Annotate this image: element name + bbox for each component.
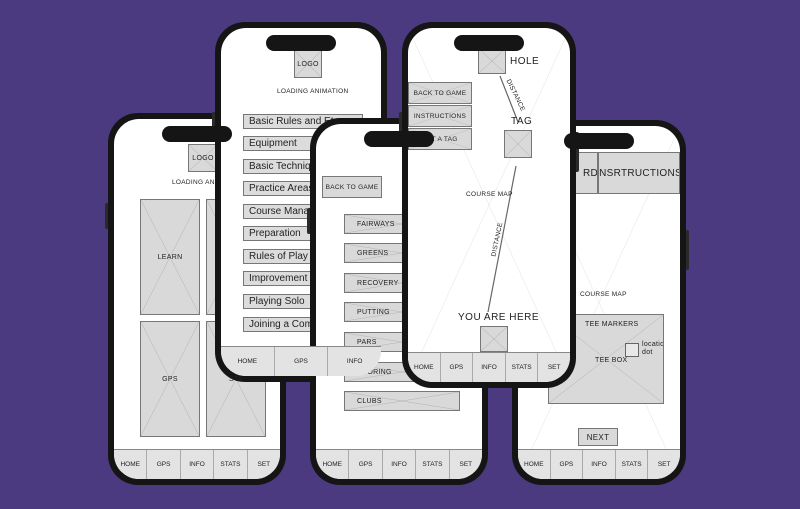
logo-placeholder: LOGO xyxy=(294,50,322,78)
location-dot-label: location dot xyxy=(642,341,664,356)
nav-gps[interactable]: GPS xyxy=(275,347,329,376)
nav-stats[interactable]: STATS xyxy=(214,450,248,479)
notch xyxy=(266,35,336,51)
logo-placeholder: LOGO xyxy=(188,144,218,172)
bottom-nav: HOME GPS INFO STATS SET xyxy=(114,449,280,479)
course-map-label: COURSE MAP xyxy=(580,291,627,298)
player-location-marker xyxy=(480,326,508,352)
info-item-label: PARS xyxy=(357,338,377,346)
gps-tile[interactable]: GPS xyxy=(140,321,200,437)
nav-gps[interactable]: GPS xyxy=(551,450,584,479)
stats-tile-label: STA xyxy=(229,375,243,383)
nav-stats[interactable]: STATS xyxy=(416,450,450,479)
nav-set[interactable]: SET xyxy=(538,353,570,382)
bottom-nav: HOME GPS INFO STATS SET xyxy=(408,352,570,382)
logo-label: LOGO xyxy=(297,60,319,68)
nav-info[interactable]: INFO xyxy=(181,450,215,479)
nav-gps[interactable]: GPS xyxy=(147,450,181,479)
tab-instructions[interactable]: INSRTRUCTIONS xyxy=(598,152,680,194)
info-item-label: FAIRWAYS xyxy=(357,220,395,228)
notch xyxy=(564,133,634,149)
info-item-label: CLUBS xyxy=(357,397,382,405)
phone-gps: HOLE BACK TO GAME INSTRUCTIONS SET A TAG… xyxy=(399,22,579,388)
nav-info[interactable]: INFO xyxy=(383,450,417,479)
bottom-nav: HOME GPS INFO xyxy=(221,346,381,376)
gps-tile-label: GPS xyxy=(162,375,178,383)
nav-stats[interactable]: STATS xyxy=(506,353,539,382)
nav-home[interactable]: HOME xyxy=(114,450,148,479)
instructions-label: INSTRUCTIONS xyxy=(413,112,467,120)
next-button-label: NEXT xyxy=(586,432,610,442)
nav-gps[interactable]: GPS xyxy=(441,353,474,382)
gps-screen: HOLE BACK TO GAME INSTRUCTIONS SET A TAG… xyxy=(408,28,570,382)
info-item-clubs[interactable]: CLUBS xyxy=(344,391,460,411)
tee-box-label: TEE BOX xyxy=(595,357,628,364)
nav-set[interactable]: SET xyxy=(450,450,482,479)
tab-board-label: RD xyxy=(583,167,598,179)
learn-tile[interactable]: LEARN xyxy=(140,199,200,315)
loading-animation-label: LOADING ANIMATION xyxy=(277,88,349,95)
info-item-label: RECOVERY xyxy=(357,279,399,287)
info-item-label: GREENS xyxy=(357,249,389,257)
nav-home[interactable]: HOME xyxy=(316,450,350,479)
nav-info[interactable]: INFO xyxy=(328,347,381,376)
nav-home[interactable]: HOME xyxy=(408,353,441,382)
back-to-game-label: BACK TO GAME xyxy=(413,89,467,97)
nav-set[interactable]: SET xyxy=(648,450,680,479)
logo-label: LOGO xyxy=(192,154,214,162)
back-to-game-button[interactable]: BACK TO GAME xyxy=(322,176,382,198)
next-button[interactable]: NEXT xyxy=(578,428,618,446)
nav-info[interactable]: INFO xyxy=(583,450,616,479)
tag-label: TAG xyxy=(511,116,533,127)
course-map-label: COURSE MAP xyxy=(466,191,513,198)
nav-set[interactable]: SET xyxy=(248,450,280,479)
nav-home[interactable]: HOME xyxy=(221,347,275,376)
tag-marker[interactable] xyxy=(504,130,532,158)
nav-home[interactable]: HOME xyxy=(518,450,551,479)
nav-info[interactable]: INFO xyxy=(473,353,506,382)
location-dot-marker[interactable] xyxy=(625,343,639,357)
back-to-game-label: BACK TO GAME xyxy=(325,183,379,191)
bottom-nav: HOME GPS INFO STATS SET xyxy=(316,449,482,479)
bottom-nav: HOME GPS INFO STATS SET xyxy=(518,449,680,479)
notch xyxy=(364,131,434,147)
you-are-here-label: YOU ARE HERE xyxy=(458,312,540,323)
nav-stats[interactable]: STATS xyxy=(616,450,649,479)
nav-gps[interactable]: GPS xyxy=(349,450,383,479)
tab-instructions-label: INSRTRUCTIONS xyxy=(598,167,680,179)
info-item-label: PUTTING xyxy=(357,308,390,316)
tee-markers-label: TEE MARKERS xyxy=(585,321,639,328)
learn-tile-label: LEARN xyxy=(157,253,183,261)
notch xyxy=(162,126,232,142)
notch xyxy=(454,35,524,51)
